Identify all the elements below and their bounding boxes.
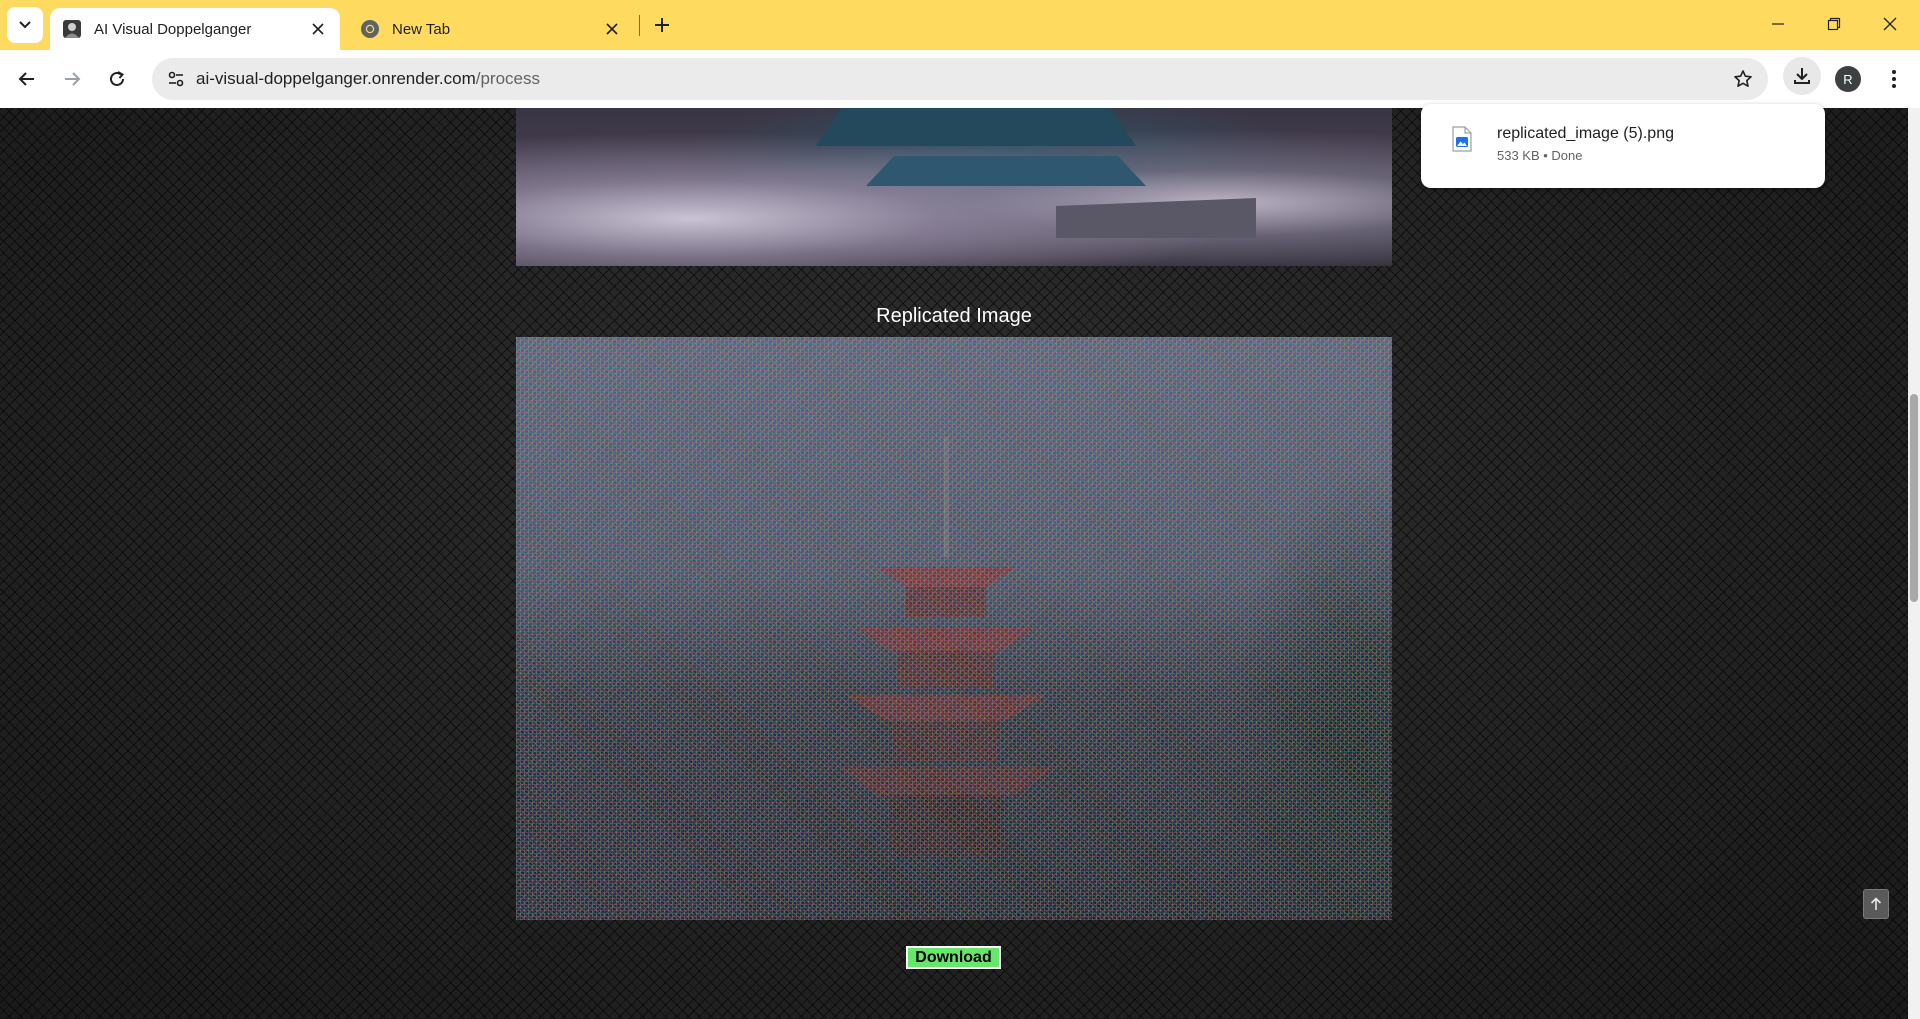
page-scrollbar[interactable] [1908,108,1920,1019]
arrow-up-icon [1870,897,1882,910]
new-tab-button[interactable] [648,11,676,39]
more-vert-icon [1892,70,1896,88]
close-icon [1883,17,1897,31]
browser-toolbar: ai-visual-doppelganger.onrender.com/proc… [0,50,1920,108]
plus-icon [655,18,669,32]
tab-new-tab[interactable]: New Tab [348,8,634,50]
scrollbar-thumb[interactable] [1910,394,1918,602]
site-info-icon[interactable] [160,63,192,95]
downloads-button[interactable] [1783,57,1821,95]
downloads-bubble: replicated_image (5).png 533 KB • Done [1421,104,1825,188]
original-image [516,108,1392,266]
profile-avatar[interactable]: R [1835,66,1861,92]
reload-button[interactable] [100,62,134,96]
page-content: Replicated Image Download [0,108,1908,1019]
download-button[interactable]: Download [906,946,1001,969]
download-filename[interactable]: replicated_image (5).png [1497,125,1674,143]
temple-building-shape [1056,198,1256,238]
minimize-icon [1772,23,1784,25]
bookmark-star-icon[interactable] [1730,66,1756,92]
download-icon [1794,68,1810,84]
download-status: 533 KB • Done [1497,148,1583,163]
restore-button[interactable] [1806,0,1862,48]
chrome-icon [361,20,379,38]
site-logo-icon [63,20,81,38]
tab-title: New Tab [392,20,451,38]
restore-icon [1827,17,1841,31]
url-path: /process [475,69,540,88]
tab-search-button[interactable] [7,7,43,43]
arrow-right-icon [65,72,81,86]
temple-roof-shape [816,108,1136,146]
image-file-icon [1452,126,1472,152]
back-button[interactable] [10,62,44,96]
tab-strip: AI Visual Doppelganger New Tab [0,0,1920,50]
replicated-image-heading: Replicated Image [876,305,1032,327]
forward-button[interactable] [55,62,89,96]
noise-overlay [516,337,1392,920]
browser-menu-button[interactable] [1877,62,1911,96]
tab-ai-visual-doppelganger[interactable]: AI Visual Doppelganger [50,8,340,50]
close-tab-icon[interactable] [308,19,328,39]
tab-title: AI Visual Doppelganger [94,20,252,38]
close-tab-icon[interactable] [602,19,622,39]
temple-roof-shape [866,156,1146,186]
chevron-down-icon [19,21,31,29]
tab-divider [639,15,640,36]
url-text: ai-visual-doppelganger.onrender.com/proc… [196,69,540,89]
reload-icon [110,71,125,86]
url-host: ai-visual-doppelganger.onrender.com [196,69,476,88]
arrow-left-icon [18,72,34,86]
scroll-to-top-button[interactable] [1863,889,1889,919]
close-window-button[interactable] [1862,0,1918,48]
replicated-image [516,337,1392,920]
address-bar[interactable]: ai-visual-doppelganger.onrender.com/proc… [152,58,1768,100]
minimize-button[interactable] [1750,0,1806,48]
